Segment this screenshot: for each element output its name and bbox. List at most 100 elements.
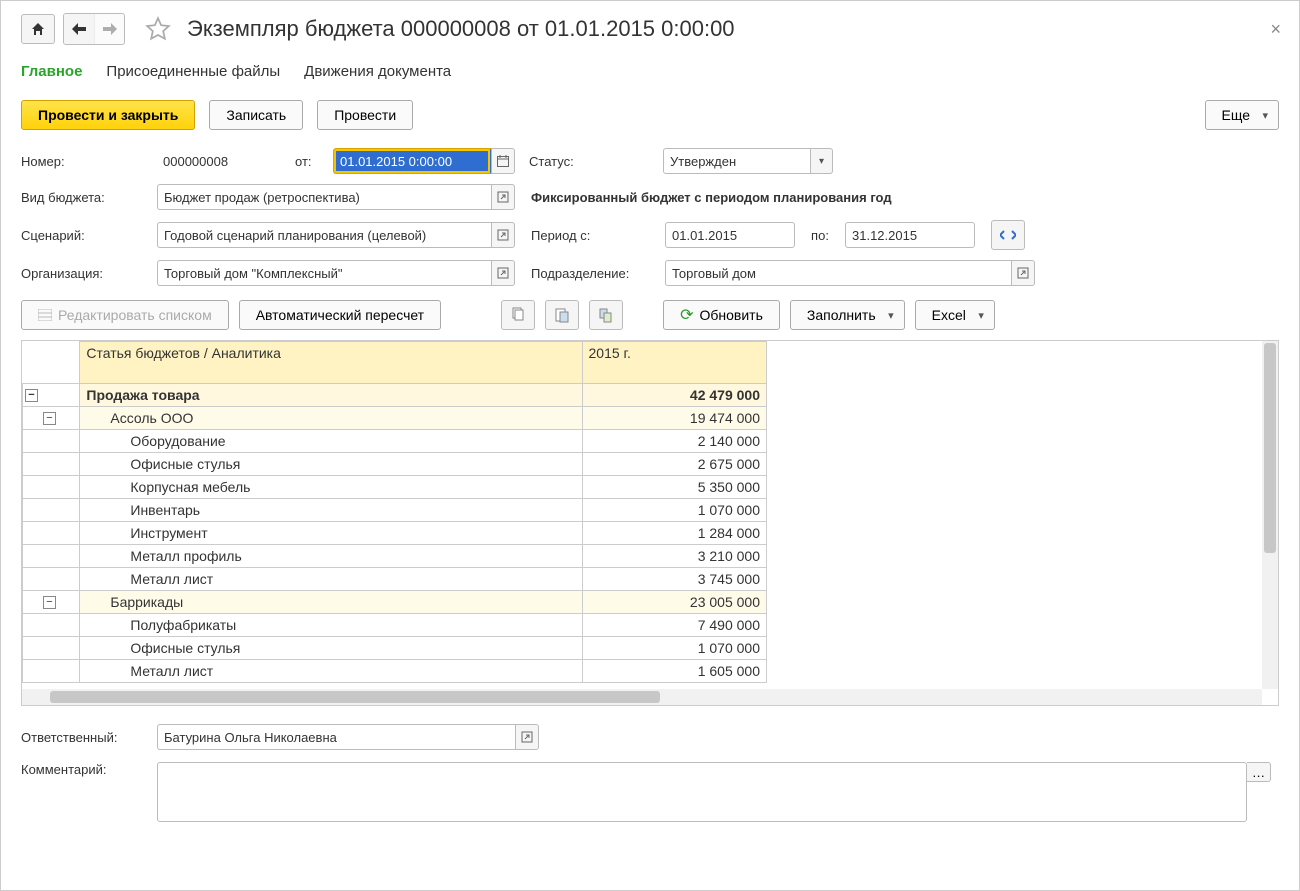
chevron-down-icon[interactable]: ▾: [811, 148, 833, 174]
collapse-toggle[interactable]: −: [43, 596, 56, 609]
period-to-field[interactable]: 31.12.2015: [845, 222, 975, 248]
budget-grid[interactable]: Статья бюджетов / Аналитика 2015 г. −Про…: [22, 341, 767, 683]
row-value: 5 350 000: [582, 476, 766, 499]
row-label: Металл профиль: [80, 545, 582, 568]
table-row[interactable]: Корпусная мебель5 350 000: [23, 476, 767, 499]
row-label: Инструмент: [80, 522, 582, 545]
row-value: 7 490 000: [582, 614, 766, 637]
paste-button[interactable]: [545, 300, 579, 330]
period-from-field[interactable]: 01.01.2015: [665, 222, 795, 248]
command-bar: Провести и закрыть Записать Провести Еще: [21, 94, 1279, 148]
fill-button[interactable]: Заполнить: [790, 300, 905, 330]
col-year[interactable]: 2015 г.: [582, 342, 766, 384]
collapse-toggle[interactable]: −: [25, 389, 38, 402]
excel-button[interactable]: Excel: [915, 300, 995, 330]
back-button[interactable]: [64, 14, 94, 44]
comment-field[interactable]: [157, 762, 1247, 822]
home-button[interactable]: [21, 14, 55, 44]
arrow-left-icon: [72, 23, 86, 35]
responsible-open-button[interactable]: [515, 724, 539, 750]
tab-attached-files[interactable]: Присоединенные файлы: [106, 63, 280, 80]
page-title: Экземпляр бюджета 000000008 от 01.01.201…: [187, 16, 735, 42]
tabs: Главное Присоединенные файлы Движения до…: [21, 57, 1279, 94]
period-to-label: по:: [803, 228, 837, 243]
responsible-field[interactable]: Батурина Ольга Николаевна: [157, 724, 515, 750]
table-row[interactable]: Инвентарь1 070 000: [23, 499, 767, 522]
star-icon: [145, 16, 171, 42]
post-button[interactable]: Провести: [317, 100, 413, 130]
copy-button[interactable]: [501, 300, 535, 330]
tab-document-movements[interactable]: Движения документа: [304, 63, 451, 80]
status-select[interactable]: Утвержден ▾: [663, 148, 833, 174]
table-row[interactable]: Офисные стулья1 070 000: [23, 637, 767, 660]
org-open-button[interactable]: [491, 260, 515, 286]
budget-type-open-button[interactable]: [491, 184, 515, 210]
date-field[interactable]: 01.01.2015 0:00:00: [333, 148, 491, 174]
post-and-close-button[interactable]: Провести и закрыть: [21, 100, 195, 130]
open-icon: [497, 267, 509, 279]
row-value: 3 745 000: [582, 568, 766, 591]
table-row[interactable]: −Баррикады23 005 000: [23, 591, 767, 614]
org-field[interactable]: Торговый дом "Комплексный": [157, 260, 491, 286]
row-value: 1 605 000: [582, 660, 766, 683]
close-button[interactable]: ×: [1270, 19, 1281, 40]
collapse-toggle[interactable]: −: [43, 412, 56, 425]
budget-type-field[interactable]: Бюджет продаж (ретроспектива): [157, 184, 491, 210]
more-button[interactable]: Еще: [1205, 100, 1280, 130]
row-label: Баррикады: [80, 591, 582, 614]
col-article[interactable]: Статья бюджетов / Аналитика: [80, 342, 582, 384]
status-label: Статус:: [529, 154, 655, 169]
table-row[interactable]: −Продажа товара42 479 000: [23, 384, 767, 407]
tree-cell: [23, 660, 80, 683]
edit-as-list-button[interactable]: Редактировать списком: [21, 300, 229, 330]
period-expand-button[interactable]: [991, 220, 1025, 250]
refresh-label: Обновить: [700, 307, 763, 323]
row-label: Инвентарь: [80, 499, 582, 522]
refresh-icon: ⟳: [680, 305, 693, 325]
org-label: Организация:: [21, 266, 149, 281]
number-label: Номер:: [21, 154, 149, 169]
row-value: 19 474 000: [582, 407, 766, 430]
row-value: 1 284 000: [582, 522, 766, 545]
list-icon: [38, 309, 52, 321]
unit-open-button[interactable]: [1011, 260, 1035, 286]
auto-recalc-button[interactable]: Автоматический пересчет: [239, 300, 441, 330]
table-row[interactable]: −Ассоль ООО19 474 000: [23, 407, 767, 430]
table-row[interactable]: Оборудование2 140 000: [23, 430, 767, 453]
save-button[interactable]: Записать: [209, 100, 303, 130]
row-label: Корпусная мебель: [80, 476, 582, 499]
table-row[interactable]: Офисные стулья2 675 000: [23, 453, 767, 476]
table-row[interactable]: Металл лист3 745 000: [23, 568, 767, 591]
forward-button[interactable]: [94, 14, 124, 44]
date-field-wrap: 01.01.2015 0:00:00: [333, 148, 515, 174]
budget-type-label: Вид бюджета:: [21, 190, 149, 205]
status-value: Утвержден: [663, 148, 811, 174]
tree-cell: [23, 568, 80, 591]
comment-expand-button[interactable]: …: [1247, 762, 1271, 782]
tree-cell: [23, 614, 80, 637]
vertical-scrollbar[interactable]: [1262, 341, 1278, 689]
tree-cell: −: [23, 384, 80, 407]
refresh-button[interactable]: ⟳ Обновить: [663, 300, 780, 330]
table-row[interactable]: Металл лист1 605 000: [23, 660, 767, 683]
edit-as-list-label: Редактировать списком: [58, 307, 212, 323]
fixed-budget-hint: Фиксированный бюджет с периодом планиров…: [531, 190, 892, 205]
unit-field[interactable]: Торговый дом: [665, 260, 1011, 286]
arrow-right-icon: [103, 23, 117, 35]
table-row[interactable]: Инструмент1 284 000: [23, 522, 767, 545]
table-row[interactable]: Металл профиль3 210 000: [23, 545, 767, 568]
row-value: 42 479 000: [582, 384, 766, 407]
scenario-field[interactable]: Годовой сценарий планирования (целевой): [157, 222, 491, 248]
tree-cell: [23, 522, 80, 545]
date-picker-button[interactable]: [491, 148, 515, 174]
table-row[interactable]: Полуфабрикаты7 490 000: [23, 614, 767, 637]
tree-cell: [23, 430, 80, 453]
responsible-label: Ответственный:: [21, 730, 149, 745]
paste-special-button[interactable]: [589, 300, 623, 330]
row-label: Металл лист: [80, 660, 582, 683]
tab-main[interactable]: Главное: [21, 63, 82, 80]
favorite-button[interactable]: [145, 16, 171, 42]
scenario-open-button[interactable]: [491, 222, 515, 248]
row-value: 1 070 000: [582, 499, 766, 522]
horizontal-scrollbar[interactable]: [22, 689, 1262, 705]
